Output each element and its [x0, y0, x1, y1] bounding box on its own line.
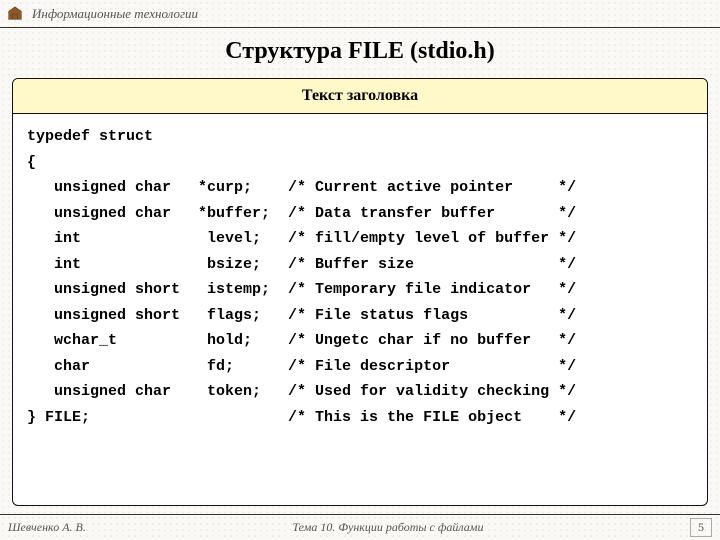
code-line: unsigned char *curp; /* Current active p… — [27, 175, 693, 201]
code-line: char fd; /* File descriptor */ — [27, 354, 693, 380]
code-line: wchar_t hold; /* Ungetc char if no buffe… — [27, 328, 693, 354]
content-box: Текст заголовка typedef struct{ unsigned… — [12, 78, 708, 506]
code-line: unsigned char token; /* Used for validit… — [27, 379, 693, 405]
box-header: Текст заголовка — [13, 79, 707, 114]
code-line: int level; /* fill/empty level of buffer… — [27, 226, 693, 252]
page-number: 5 — [690, 518, 712, 537]
code-line: unsigned short flags; /* File status fla… — [27, 303, 693, 329]
footer: Шевченко А. В. Тема 10. Функции работы с… — [0, 514, 720, 540]
code-line: unsigned short istemp; /* Temporary file… — [27, 277, 693, 303]
code-block: typedef struct{ unsigned char *curp; /* … — [13, 114, 707, 436]
code-line: typedef struct — [27, 124, 693, 150]
course-name: Информационные технологии — [32, 6, 198, 22]
footer-topic: Тема 10. Функции работы с файлами — [86, 520, 690, 535]
footer-author: Шевченко А. В. — [8, 520, 86, 535]
header-band: Информационные технологии — [0, 0, 720, 28]
code-line: { — [27, 150, 693, 176]
page-title: Структура FILE (stdio.h) — [0, 38, 720, 65]
logo-icon — [6, 5, 24, 23]
code-line: } FILE; /* This is the FILE object */ — [27, 405, 693, 431]
code-line: unsigned char *buffer; /* Data transfer … — [27, 201, 693, 227]
code-line: int bsize; /* Buffer size */ — [27, 252, 693, 278]
